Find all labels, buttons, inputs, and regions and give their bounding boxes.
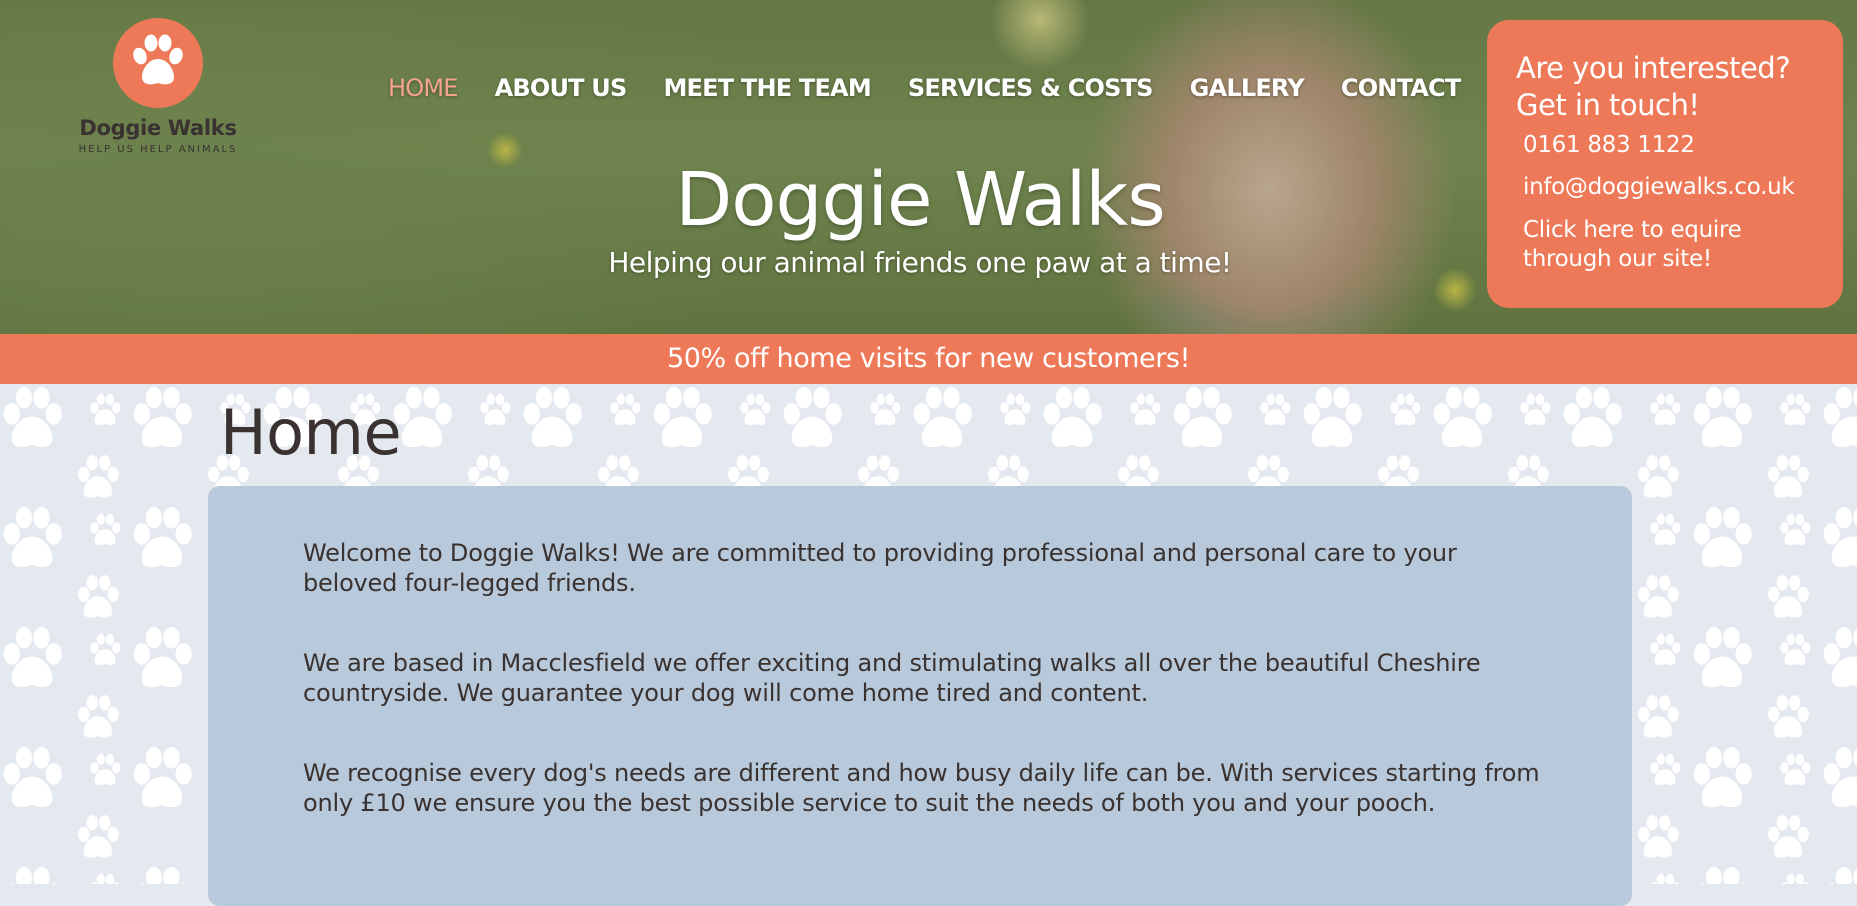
main-navigation: HOME ABOUT US MEET THE TEAM SERVICES & C… bbox=[388, 74, 1497, 102]
contact-heading-line1: Are you interested? bbox=[1516, 51, 1791, 85]
contact-phone[interactable]: 0161 883 1122 bbox=[1523, 132, 1695, 158]
enquiry-link[interactable]: Click here to equire through our site! bbox=[1523, 216, 1823, 274]
promo-banner: 50% off home visits for new customers! bbox=[0, 334, 1857, 384]
site-logo[interactable]: Doggie Walks HELP US HELP ANIMALS bbox=[78, 18, 238, 155]
page-title: Home bbox=[220, 396, 402, 469]
contact-heading-line2: Get in touch! bbox=[1516, 88, 1700, 122]
nav-about-us[interactable]: ABOUT US bbox=[495, 74, 628, 102]
location-paragraph: We are based in Macclesfield we offer ex… bbox=[303, 649, 1481, 707]
logo-badge bbox=[113, 18, 203, 108]
hero-banner: Doggie Walks HELP US HELP ANIMALS HOME A… bbox=[0, 0, 1857, 334]
paw-icon bbox=[133, 34, 183, 85]
services-paragraph: We recognise every dog's needs are diffe… bbox=[303, 759, 1540, 817]
contact-heading: Are you interested? Get in touch! bbox=[1516, 50, 1791, 124]
contact-box: Are you interested? Get in touch! 0161 8… bbox=[1487, 20, 1843, 308]
contact-email[interactable]: info@doggiewalks.co.uk bbox=[1523, 174, 1795, 200]
nav-home[interactable]: HOME bbox=[388, 74, 458, 102]
nav-contact[interactable]: CONTACT bbox=[1341, 74, 1461, 102]
nav-services-costs[interactable]: SERVICES & COSTS bbox=[908, 74, 1154, 102]
logo-name: Doggie Walks bbox=[79, 116, 237, 140]
intro-paragraph: Welcome to Doggie Walks! We are committe… bbox=[303, 539, 1457, 597]
nav-gallery[interactable]: GALLERY bbox=[1190, 74, 1305, 102]
logo-tagline: HELP US HELP ANIMALS bbox=[78, 144, 238, 155]
nav-meet-the-team[interactable]: MEET THE TEAM bbox=[663, 74, 871, 102]
content-card: Welcome to Doggie Walks! We are committe… bbox=[208, 486, 1632, 906]
